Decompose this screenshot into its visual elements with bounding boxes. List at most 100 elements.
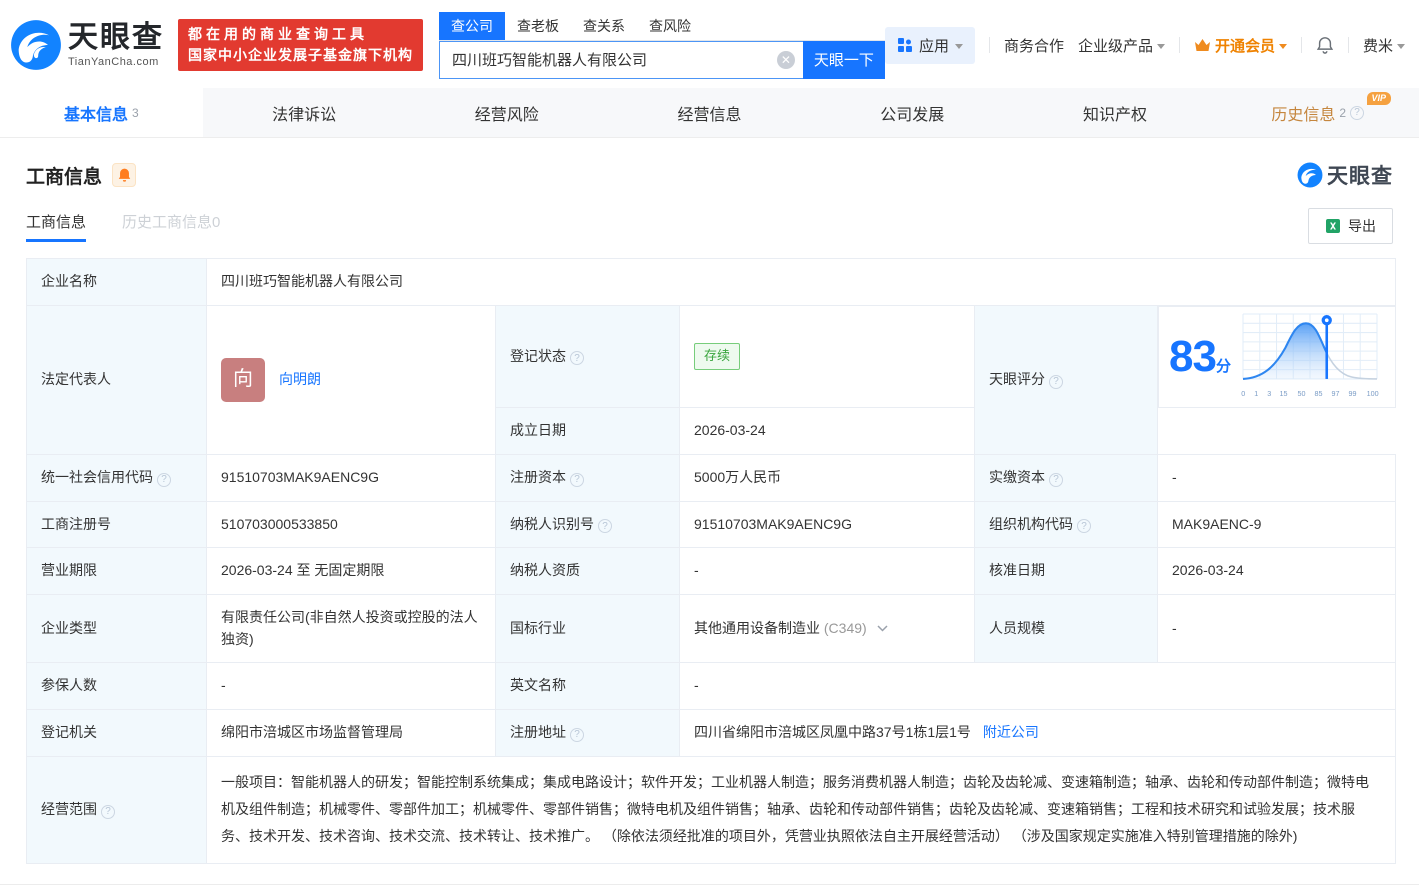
help-icon[interactable]: ? — [1049, 473, 1063, 487]
chevron-down-icon — [1279, 44, 1287, 49]
score-value-cell: 83分 — [1158, 306, 1396, 408]
chevron-down-icon — [955, 44, 963, 49]
tab-basic-info[interactable]: 基本信息 3 — [0, 88, 203, 137]
nav-enterprise-products[interactable]: 企业级产品 — [1078, 35, 1165, 56]
legal-rep-link[interactable]: 向明朗 — [279, 369, 321, 391]
tab-history-info[interactable]: VIP 历史信息 2 ? — [1216, 88, 1419, 137]
table-row: 企业名称 四川班巧智能机器人有限公司 — [27, 259, 1396, 306]
uscc-value: 91510703MAK9AENC9G — [207, 454, 496, 501]
user-menu[interactable]: 费米 — [1363, 35, 1405, 56]
industry-value-cell: 其他通用设备制造业 (C349) — [680, 595, 975, 663]
top-nav: 应用 商务合作 企业级产品 开通会员 费米 — [885, 27, 1405, 64]
taxpayer-id-label: 纳税人识别号 — [510, 516, 594, 532]
reg-capital-label: 注册资本 — [510, 469, 566, 485]
score-distribution-chart: 0131550859799100 — [1241, 313, 1379, 401]
staff-size-label: 人员规模 — [975, 595, 1158, 663]
tab-intellectual-property[interactable]: 知识产权 — [1014, 88, 1217, 137]
reg-no-value: 510703000533850 — [207, 501, 496, 548]
score-tick-label: 1 — [1254, 389, 1258, 400]
taxpayer-id-value: 91510703MAK9AENC9G — [680, 501, 975, 548]
legal-rep-label: 法定代表人 — [27, 305, 207, 454]
taxpayer-quality-value: - — [680, 548, 975, 595]
tianyancha-swirl-icon — [1297, 162, 1323, 188]
tab-legal-litigation[interactable]: 法律诉讼 — [203, 88, 406, 137]
address-value: 四川省绵阳市涪城区凤凰中路37号1栋1层1号 — [694, 724, 971, 740]
search-tab-relation[interactable]: 查关系 — [571, 12, 637, 40]
tab-label: 知识产权 — [1083, 101, 1147, 125]
tianyancha-watermark-logo: 天眼查 — [1297, 160, 1393, 190]
nav-cooperation[interactable]: 商务合作 — [1004, 35, 1064, 56]
bell-icon — [118, 168, 131, 182]
search-tab-company[interactable]: 查公司 — [439, 12, 505, 40]
business-info-table: 企业名称 四川班巧智能机器人有限公司 法定代表人 向 向明朗 登记状态? 存续 … — [0, 244, 1419, 864]
help-icon[interactable]: ? — [157, 473, 171, 487]
approval-date-label: 核准日期 — [975, 548, 1158, 595]
score-tick-label: 0 — [1241, 389, 1245, 400]
nearby-companies-link[interactable]: 附近公司 — [983, 724, 1039, 740]
search-input[interactable] — [452, 51, 777, 68]
divider — [1348, 37, 1349, 53]
nav-open-vip[interactable]: 开通会员 — [1194, 35, 1287, 56]
subtab-row: 工商信息 历史工商信息0 导出 — [0, 190, 1419, 244]
slogan-line2: 国家中小企业发展子基金旗下机构 — [188, 47, 413, 64]
help-icon[interactable]: ? — [1077, 519, 1091, 533]
industry-code: (C349) — [824, 620, 867, 636]
tab-operation-info[interactable]: 经营信息 — [608, 88, 811, 137]
reg-status-label: 登记状态 — [510, 348, 566, 364]
company-section-tabs: 基本信息 3 法律诉讼 经营风险 经营信息 公司发展 知识产权 VIP 历史信息… — [0, 88, 1419, 138]
chevron-down-icon[interactable] — [877, 618, 888, 640]
slogan-banner: 都在用的商业查询工具 国家中小企业发展子基金旗下机构 — [178, 19, 423, 71]
status-badge: 存续 — [694, 343, 740, 369]
insured-count-label: 参保人数 — [27, 663, 207, 710]
search-tabs: 查公司 查老板 查关系 查风险 — [439, 12, 885, 41]
table-row: 登记机关 绵阳市涪城区市场监督管理局 注册地址? 四川省绵阳市涪城区凤凰中路37… — [27, 710, 1396, 757]
help-icon[interactable]: ? — [570, 728, 584, 742]
tianyancha-logo[interactable]: 天眼查 TianYanCha.com — [10, 19, 164, 71]
tianyancha-swirl-icon — [10, 19, 62, 71]
help-icon[interactable]: ? — [598, 519, 612, 533]
tab-operation-risk[interactable]: 经营风险 — [405, 88, 608, 137]
company-name-label: 企业名称 — [27, 259, 207, 306]
company-type-label: 企业类型 — [27, 595, 207, 663]
apps-menu[interactable]: 应用 — [885, 27, 975, 64]
notification-bell[interactable] — [1316, 36, 1334, 54]
table-row: 统一社会信用代码? 91510703MAK9AENC9G 注册资本? 5000万… — [27, 454, 1396, 501]
tab-label: 公司发展 — [880, 101, 944, 125]
paid-capital-value: - — [1158, 454, 1396, 501]
search-tab-boss[interactable]: 查老板 — [505, 12, 571, 40]
help-icon[interactable]: ? — [570, 473, 584, 487]
paid-capital-label: 实缴资本 — [989, 469, 1045, 485]
apps-grid-icon — [897, 37, 913, 53]
page-header: 天眼查 TianYanCha.com 都在用的商业查询工具 国家中小企业发展子基… — [0, 0, 1419, 88]
search-tab-risk[interactable]: 查风险 — [637, 12, 703, 40]
subtab-business-info[interactable]: 工商信息 — [26, 211, 86, 242]
subtab-history-business-info[interactable]: 历史工商信息0 — [122, 211, 220, 242]
export-button[interactable]: 导出 — [1308, 208, 1393, 244]
uscc-label: 统一社会信用代码 — [41, 469, 153, 485]
score-tick-label: 97 — [1332, 389, 1340, 400]
chevron-down-icon — [1397, 44, 1405, 49]
section-title: 工商信息 — [26, 162, 102, 189]
help-icon[interactable]: ? — [1350, 106, 1364, 120]
monitor-bell-button[interactable] — [112, 163, 136, 187]
reg-status-value-cell: 存续 — [680, 305, 975, 408]
score-curve — [1241, 313, 1379, 381]
divider — [1179, 37, 1180, 53]
tab-label: 法律诉讼 — [272, 101, 336, 125]
english-name-label: 英文名称 — [496, 663, 680, 710]
help-icon[interactable]: ? — [101, 805, 115, 819]
company-type-value: 有限责任公司(非自然人投资或控股的法人独资) — [207, 595, 496, 663]
open-vip-label: 开通会员 — [1215, 35, 1275, 56]
tab-label: 经营信息 — [678, 101, 742, 125]
clear-search-icon[interactable]: ✕ — [777, 51, 795, 69]
score-tick-label: 99 — [1349, 389, 1357, 400]
avatar[interactable]: 向 — [221, 358, 265, 402]
help-icon[interactable]: ? — [570, 351, 584, 365]
tab-company-development[interactable]: 公司发展 — [811, 88, 1014, 137]
legal-rep-cell: 向 向明朗 — [207, 305, 496, 454]
help-icon[interactable]: ? — [1049, 375, 1063, 389]
username-label: 费米 — [1363, 35, 1393, 56]
table-row: 参保人数 - 英文名称 - — [27, 663, 1396, 710]
search-button[interactable]: 天眼一下 — [803, 41, 885, 79]
business-term-label: 营业期限 — [27, 548, 207, 595]
